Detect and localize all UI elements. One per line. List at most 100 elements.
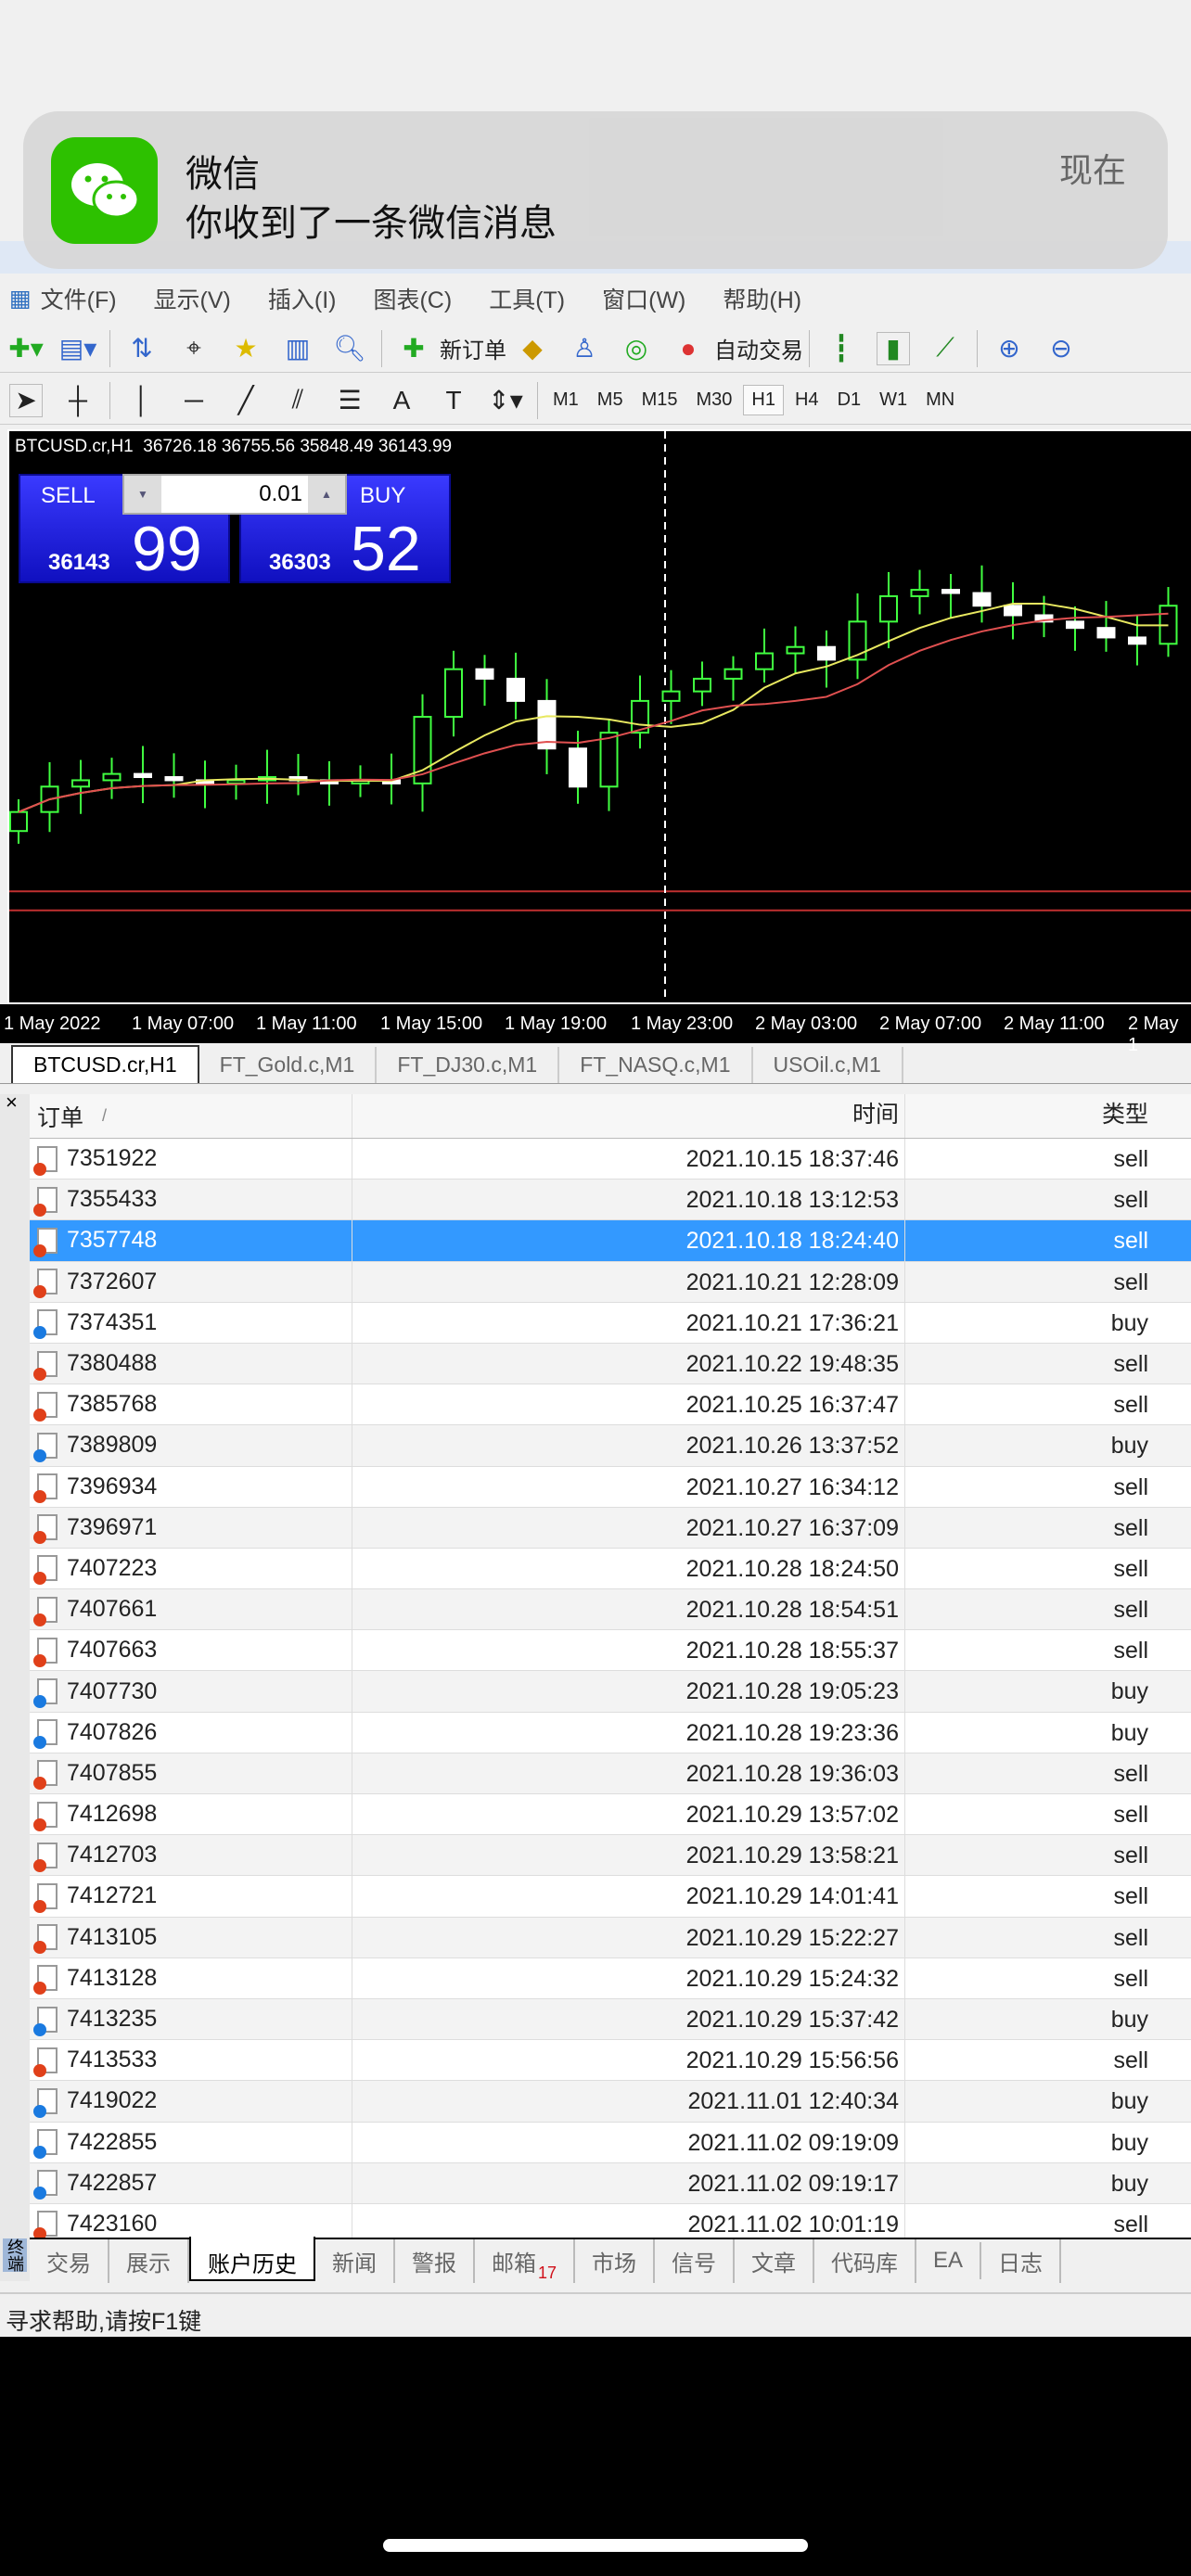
cursor-icon[interactable]: ➤ [9, 383, 43, 417]
terminal-tab[interactable]: 警报 [395, 2238, 475, 2283]
table-row[interactable]: 7407826 2021.10.28 19:23:36 buy [30, 1712, 1191, 1753]
metaeditor-icon[interactable]: ◆ [516, 332, 549, 365]
menu-help[interactable]: 帮助(H) [723, 282, 801, 315]
candlestick-icon[interactable]: ▮ [877, 331, 910, 365]
timeframe-h4[interactable]: H4 [788, 386, 826, 414]
timeframe-w1[interactable]: W1 [872, 386, 915, 414]
column-time[interactable]: 时间 [352, 1094, 905, 1138]
timeframe-m1[interactable]: M1 [545, 386, 586, 414]
terminal-icon[interactable]: ▥ [281, 332, 314, 365]
timeframe-h1[interactable]: H1 [743, 385, 784, 415]
menu-window[interactable]: 窗口(W) [602, 282, 685, 315]
profiles-icon[interactable]: ▤▾ [59, 332, 97, 365]
table-row[interactable]: 7413105 2021.10.29 15:22:27 sell [30, 1917, 1191, 1958]
lot-size-value[interactable]: 0.01 [161, 476, 308, 513]
home-indicator[interactable] [383, 2539, 808, 2552]
signals-icon[interactable]: ♙ [568, 332, 601, 365]
time-cell: 2021.10.29 15:37:42 [352, 1998, 905, 2040]
timeframe-m15[interactable]: M15 [634, 386, 685, 414]
table-row[interactable]: 7422855 2021.11.02 09:19:09 buy [30, 2122, 1191, 2163]
table-row[interactable]: 7423160 2021.11.02 10:01:19 sell [30, 2203, 1191, 2239]
zoom-out-icon[interactable]: ⊖ [1044, 332, 1078, 365]
table-row[interactable]: 7407663 2021.10.28 18:55:37 sell [30, 1630, 1191, 1672]
crosshair-icon[interactable]: ⌖ [177, 332, 211, 365]
table-row[interactable]: 7357748 2021.10.18 18:24:40 sell [30, 1220, 1191, 1262]
table-row[interactable]: 7396934 2021.10.27 16:34:12 sell [30, 1466, 1191, 1508]
lot-decrease-button[interactable]: ▼ [124, 476, 161, 513]
table-row[interactable]: 7407730 2021.10.28 19:05:23 buy [30, 1671, 1191, 1713]
table-row[interactable]: 7389809 2021.10.26 13:37:52 buy [30, 1425, 1191, 1467]
lot-increase-button[interactable]: ▲ [308, 476, 345, 513]
table-row[interactable]: 7413128 2021.10.29 15:24:32 sell [30, 1958, 1191, 1999]
chart-tab-gold[interactable]: FT_Gold.c,M1 [199, 1047, 378, 1083]
lot-size-stepper[interactable]: ▼ 0.01 ▲ [122, 474, 347, 515]
menu-chart[interactable]: 图表(C) [373, 282, 452, 315]
radio-icon[interactable]: ◎ [620, 332, 653, 365]
column-type[interactable]: 类型 [905, 1094, 1156, 1138]
terminal-tab[interactable]: EA [916, 2242, 982, 2279]
table-row[interactable]: 7351922 2021.10.15 18:37:46 sell [30, 1139, 1191, 1180]
price-chart[interactable]: BTCUSD.cr,H1 36726.18 36755.56 35848.49 … [7, 429, 1191, 1004]
menu-view[interactable]: 显示(V) [154, 282, 231, 315]
new-order-button[interactable]: ✚ 新订单 [388, 332, 506, 365]
favorites-icon[interactable]: ★ [229, 332, 263, 365]
menu-tools[interactable]: 工具(T) [489, 282, 565, 315]
bar-chart-icon[interactable]: ┇ [825, 332, 858, 365]
table-row[interactable]: 7422857 2021.11.02 09:19:17 buy [30, 2162, 1191, 2204]
equidistant-channel-icon[interactable]: ⫽ [281, 384, 314, 417]
terminal-tab[interactable]: 交易 [30, 2238, 109, 2283]
timeframe-d1[interactable]: D1 [830, 386, 869, 414]
terminal-tab[interactable]: 邮箱 17 [475, 2238, 576, 2283]
crosshair-tool-icon[interactable]: ┼ [61, 384, 95, 417]
vertical-line-icon[interactable]: │ [125, 384, 159, 417]
terminal-tab[interactable]: 市场 [575, 2238, 656, 2283]
terminal-tab[interactable]: 文章 [735, 2238, 815, 2283]
line-chart-icon[interactable]: ⟋ [928, 332, 962, 365]
zoom-in-icon[interactable]: ⊕ [992, 332, 1026, 365]
column-order[interactable]: 订单 / [30, 1094, 352, 1138]
chart-tab-dj30[interactable]: FT_DJ30.c,M1 [377, 1047, 560, 1083]
arrows-icon[interactable]: ⇕▾ [488, 384, 523, 417]
terminal-tab[interactable]: 信号 [655, 2238, 736, 2283]
table-row[interactable]: 7413235 2021.10.29 15:37:42 buy [30, 1998, 1191, 2041]
close-terminal-icon[interactable]: × [6, 1090, 18, 1115]
table-row[interactable]: 7412703 2021.10.29 13:58:21 sell [30, 1835, 1191, 1877]
text-icon[interactable]: A [385, 384, 418, 417]
sort-indicator: / [102, 1106, 108, 1125]
table-row[interactable]: 7407661 2021.10.28 18:54:51 sell [30, 1589, 1191, 1631]
chart-tab-usoil[interactable]: USOil.c,M1 [753, 1047, 903, 1083]
terminal-tab[interactable]: 新闻 [315, 2238, 395, 2283]
table-row[interactable]: 7412698 2021.10.29 13:57:02 sell [30, 1794, 1191, 1836]
table-row[interactable]: 7412721 2021.10.29 14:01:41 sell [30, 1876, 1191, 1918]
table-row[interactable]: 7355433 2021.10.18 13:12:53 sell [30, 1180, 1191, 1221]
table-row[interactable]: 7374351 2021.10.21 17:36:21 buy [30, 1302, 1191, 1344]
wechat-notification[interactable]: 微信 你收到了一条微信消息 现在 [23, 111, 1168, 269]
fibonacci-icon[interactable]: ☰ [333, 384, 366, 417]
terminal-tab[interactable]: 展示 [109, 2238, 189, 2283]
terminal-tab[interactable]: 账户历史 [189, 2237, 315, 2281]
table-row[interactable]: 7413533 2021.10.29 15:56:56 sell [30, 2040, 1191, 2082]
table-row[interactable]: 7385768 2021.10.25 16:37:47 sell [30, 1384, 1191, 1426]
timeframe-mn[interactable]: MN [918, 386, 962, 414]
market-watch-icon[interactable]: ⇅ [125, 332, 159, 365]
menu-insert[interactable]: 插入(I) [268, 282, 337, 315]
timeframe-m30[interactable]: M30 [689, 386, 740, 414]
table-row[interactable]: 7396971 2021.10.27 16:37:09 sell [30, 1507, 1191, 1549]
chart-tab-nasq[interactable]: FT_NASQ.c,M1 [559, 1047, 753, 1083]
auto-trade-button[interactable]: ● 自动交易 [662, 332, 803, 365]
table-row[interactable]: 7407855 2021.10.28 19:36:03 sell [30, 1753, 1191, 1794]
horizontal-line-icon[interactable]: ─ [177, 384, 211, 417]
tester-icon[interactable]: 🔍︎ [333, 332, 366, 365]
terminal-tab[interactable]: 日志 [981, 2238, 1062, 2283]
table-row[interactable]: 7372607 2021.10.21 12:28:09 sell [30, 1261, 1191, 1303]
text-label-icon[interactable]: T [437, 384, 470, 417]
table-row[interactable]: 7380488 2021.10.22 19:48:35 sell [30, 1343, 1191, 1385]
menu-file[interactable]: 文件(F) [41, 282, 117, 315]
terminal-tab[interactable]: 代码库 [814, 2238, 917, 2283]
chart-tab-btcusd[interactable]: BTCUSD.cr,H1 [11, 1045, 199, 1083]
trendline-icon[interactable]: ╱ [229, 384, 263, 417]
timeframe-m5[interactable]: M5 [590, 386, 631, 414]
new-chart-icon[interactable]: ✚▾ [8, 332, 44, 365]
table-row[interactable]: 7407223 2021.10.28 18:24:50 sell [30, 1548, 1191, 1590]
table-row[interactable]: 7419022 2021.11.01 12:40:34 buy [30, 2081, 1191, 2123]
